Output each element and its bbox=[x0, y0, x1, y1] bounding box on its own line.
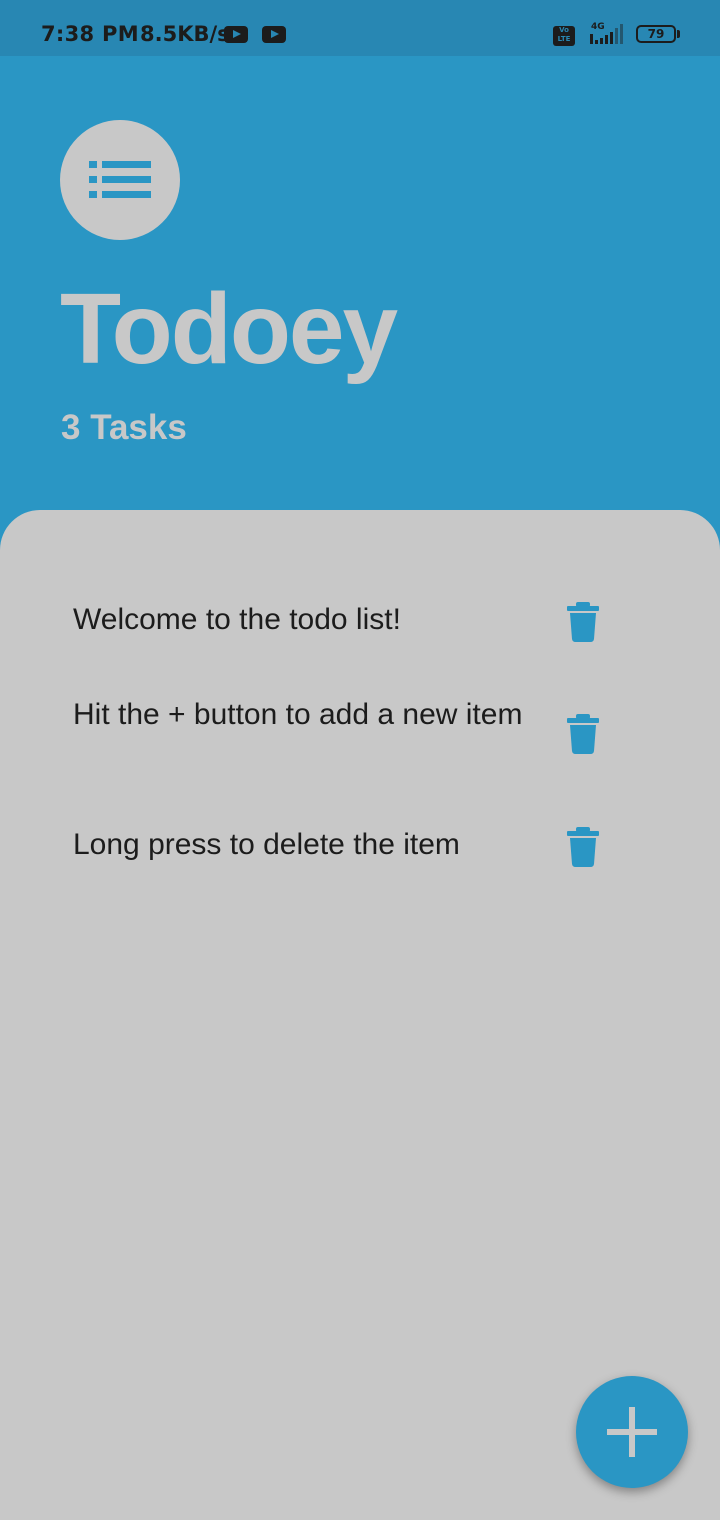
task-item[interactable]: Welcome to the todo list! bbox=[73, 599, 633, 642]
task-item[interactable]: Hit the + button to add a new item bbox=[73, 696, 633, 776]
add-task-button[interactable] bbox=[576, 1376, 688, 1488]
delete-task-button[interactable] bbox=[567, 602, 599, 642]
network-type-label: 4G bbox=[591, 22, 605, 32]
signal-icon: 4G bbox=[590, 22, 623, 44]
network-speed: 8.5KB/s bbox=[140, 22, 230, 46]
task-text: Hit the + button to add a new item bbox=[73, 698, 523, 731]
youtube-notification-icon bbox=[262, 26, 286, 43]
task-text: Long press to delete the item bbox=[73, 828, 460, 861]
task-item[interactable]: Long press to delete the item bbox=[73, 824, 633, 867]
battery-icon: 79 bbox=[636, 25, 680, 43]
plus-icon bbox=[607, 1407, 657, 1457]
status-bar: 7:38 PM 8.5KB/s Vo LTE 4G 79 bbox=[0, 0, 720, 56]
app-icon bbox=[60, 120, 180, 240]
status-time: 7:38 PM bbox=[41, 22, 139, 46]
task-text: Welcome to the todo list! bbox=[73, 603, 401, 636]
youtube-notification-icon bbox=[224, 26, 248, 43]
delete-task-button[interactable] bbox=[567, 714, 599, 754]
volte-icon: Vo LTE bbox=[553, 26, 575, 46]
task-count: 3 Tasks bbox=[61, 408, 187, 447]
tasks-panel: Welcome to the todo list! Hit the + butt… bbox=[0, 510, 720, 1520]
list-icon bbox=[89, 161, 151, 198]
header-section: Todoey 3 Tasks bbox=[0, 56, 720, 516]
delete-task-button[interactable] bbox=[567, 827, 599, 867]
app-title: Todoey bbox=[60, 273, 398, 385]
